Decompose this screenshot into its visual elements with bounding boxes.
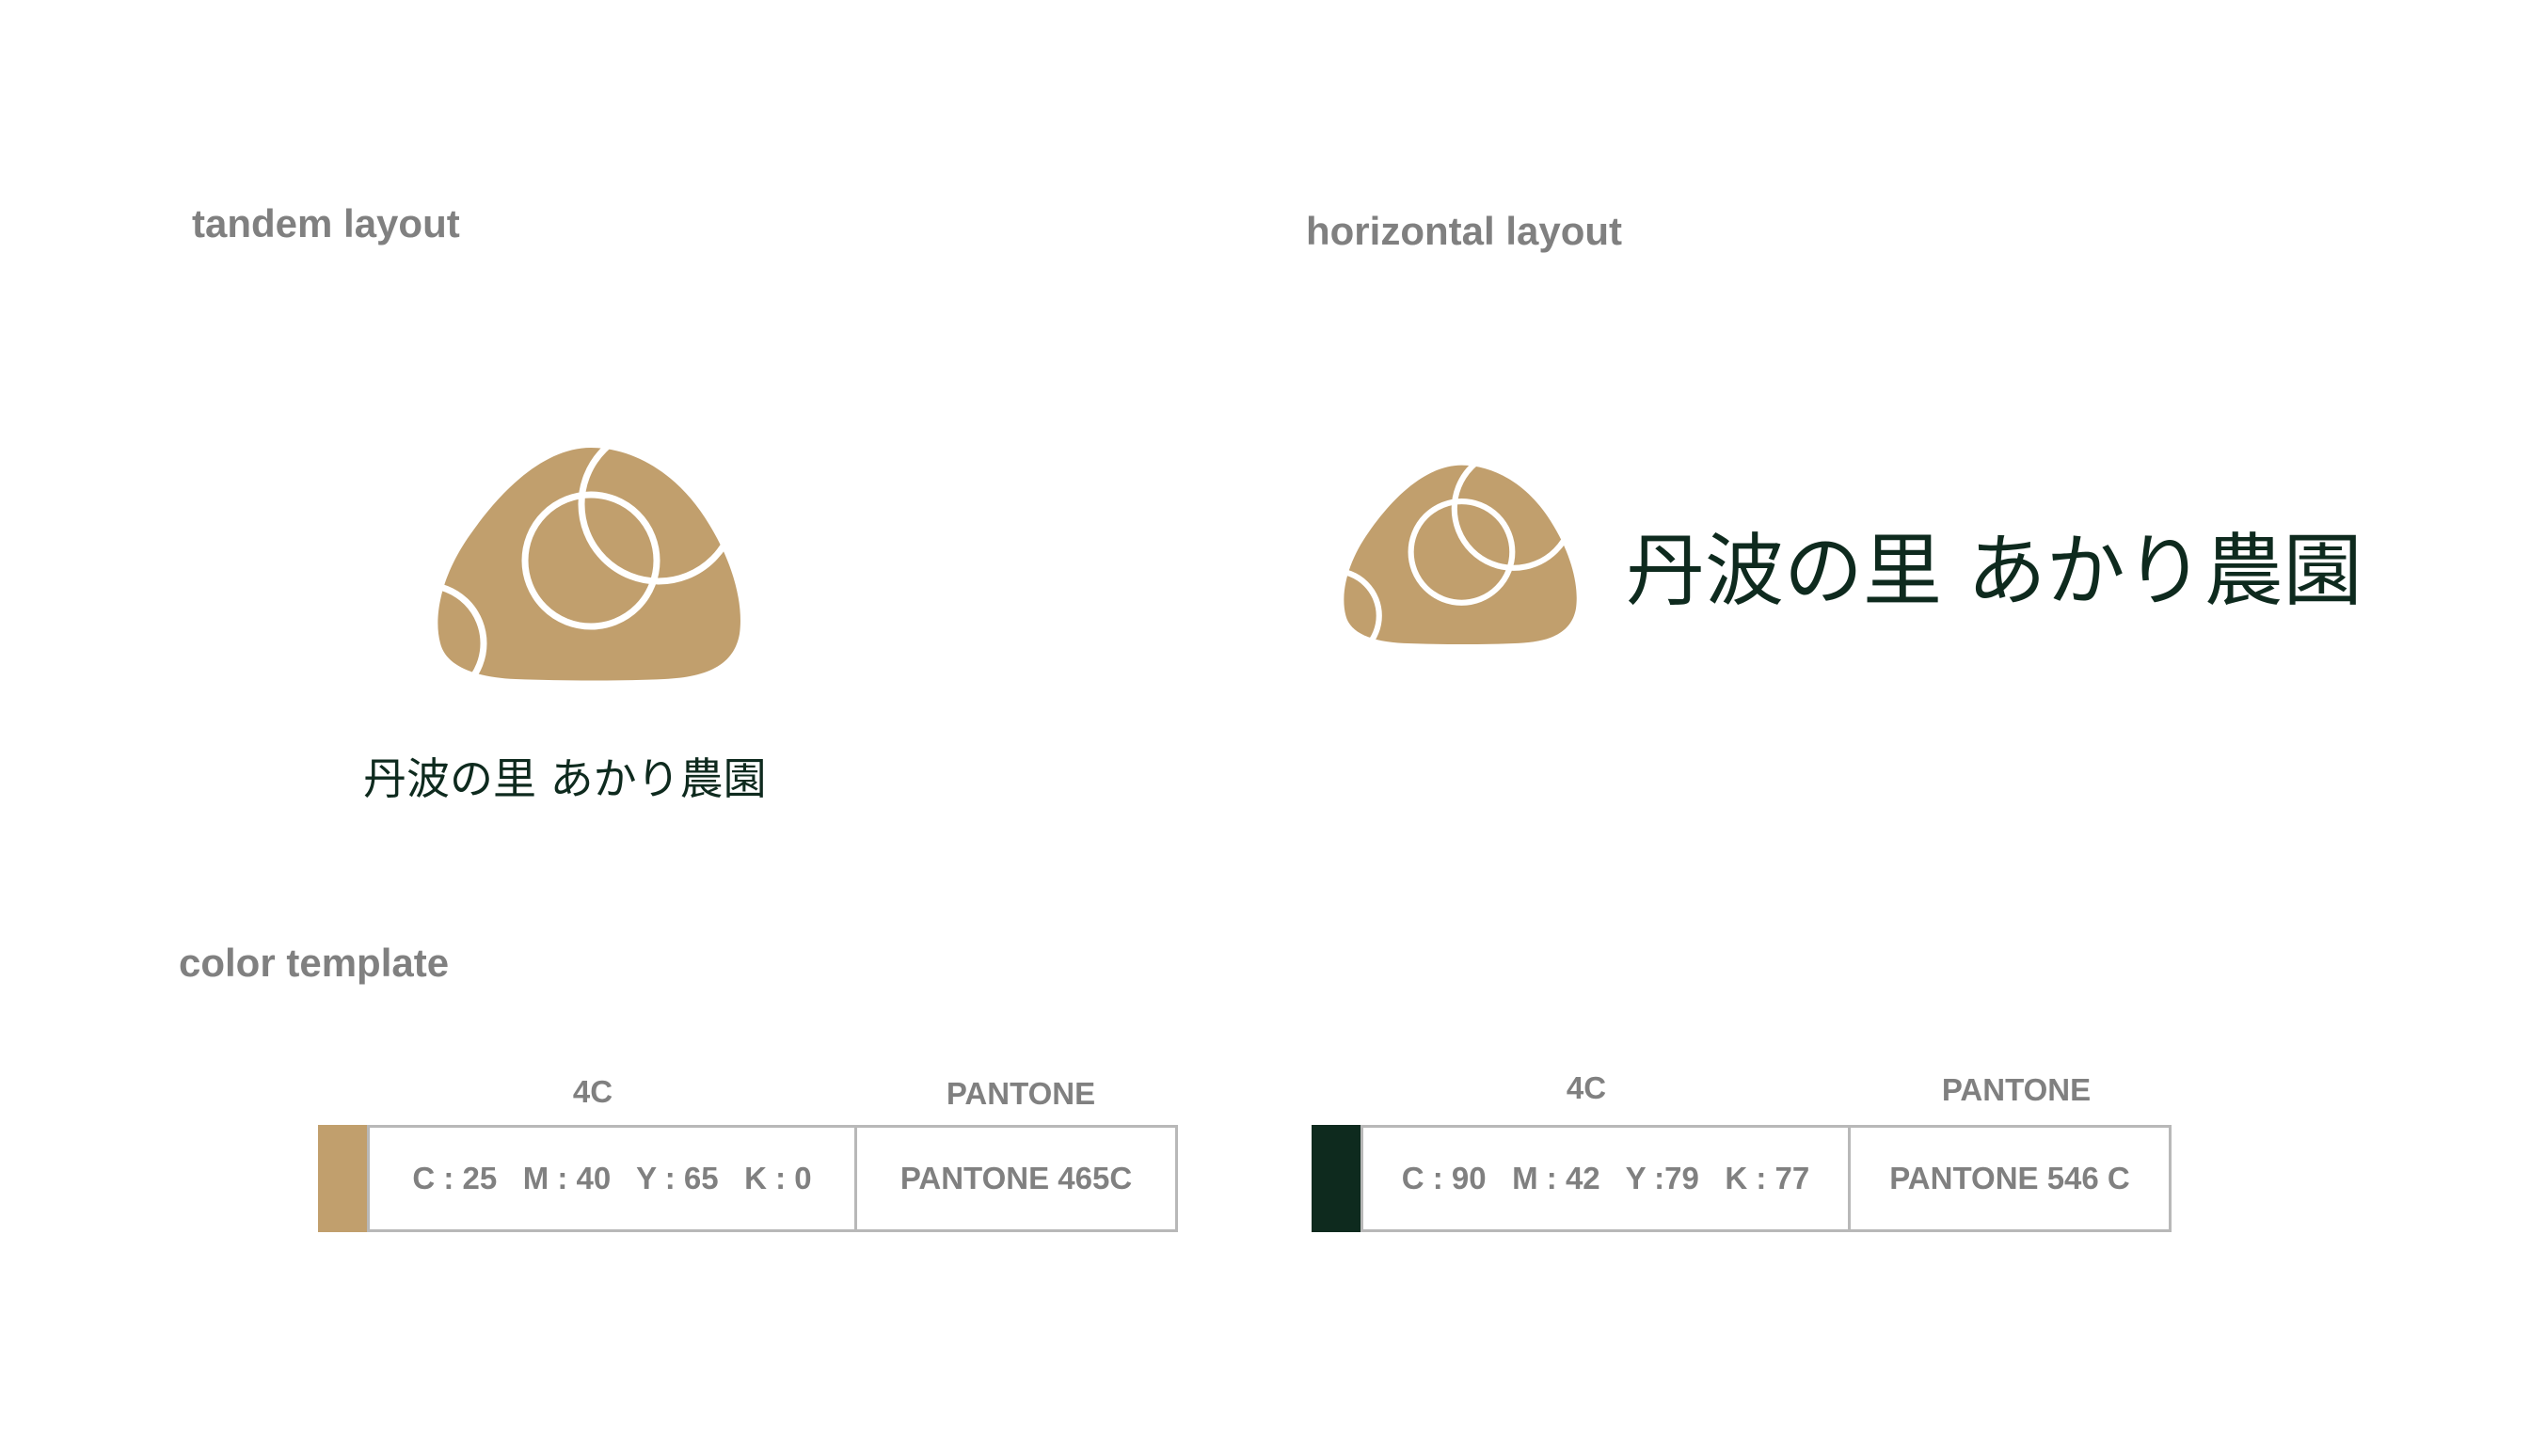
tandem-layout-title: tandem layout: [192, 201, 460, 245]
color1-pantone-value: PANTONE 465C: [854, 1125, 1178, 1232]
chestnut-logo-icon: [1336, 461, 1577, 649]
color2-pantone-value: PANTONE 546 C: [1848, 1125, 2172, 1232]
farm-name-horizontal: 丹波の里 あかり農園: [1626, 525, 2363, 617]
color1-pantone-header: PANTONE: [946, 1076, 1096, 1111]
color2-pantone-header: PANTONE: [1941, 1072, 2092, 1107]
color2-swatch-row: C : 90 M : 42 Y :79 K : 77 PANTONE 546 C: [1312, 1125, 2172, 1232]
color2-cmyk-value: C : 90 M : 42 Y :79 K : 77: [1361, 1125, 1848, 1232]
color-template-title: color template: [179, 941, 450, 985]
horizontal-layout-title: horizontal layout: [1306, 209, 1622, 253]
color2-4c-header: 4C: [1566, 1070, 1607, 1105]
color1-cmyk-value: C : 25 M : 40 Y : 65 K : 0: [367, 1125, 854, 1232]
farm-name-tandem: 丹波の里 あかり農園: [363, 753, 767, 804]
color1-4c-header: 4C: [572, 1074, 613, 1109]
color2-swatch: [1312, 1125, 1361, 1232]
color1-swatch-row: C : 25 M : 40 Y : 65 K : 0 PANTONE 465C: [318, 1125, 1178, 1232]
chestnut-logo-icon: [433, 442, 740, 687]
color1-swatch: [318, 1125, 367, 1232]
